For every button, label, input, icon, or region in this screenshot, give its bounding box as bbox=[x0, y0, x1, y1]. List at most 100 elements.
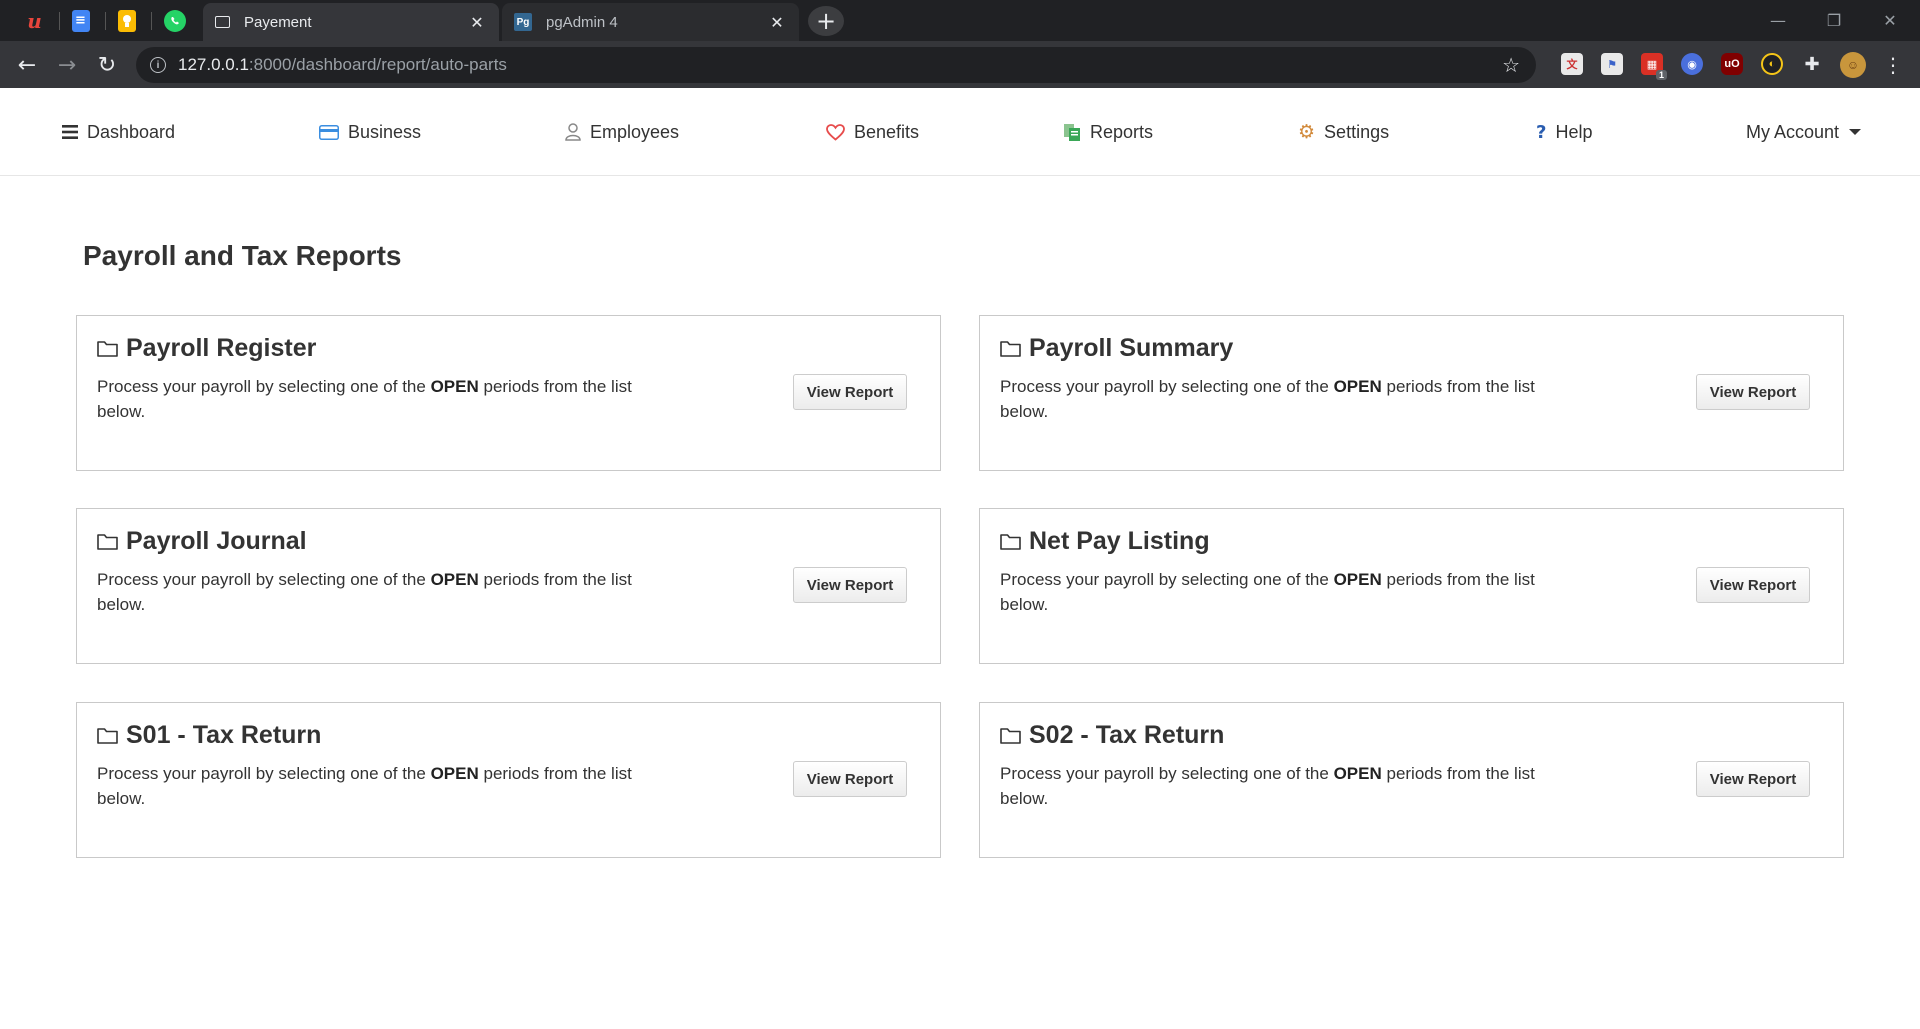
view-report-button[interactable]: View Report bbox=[1696, 567, 1810, 603]
report-title-text: S02 - Tax Return bbox=[1029, 721, 1225, 749]
address-bar[interactable]: i 127.0.0.1:8000/dashboard/report/auto-p… bbox=[136, 47, 1536, 83]
folder-icon bbox=[97, 533, 118, 550]
pinned-tab-app[interactable]: u bbox=[12, 0, 57, 41]
report-card: Payroll Register Process your payroll by… bbox=[76, 315, 941, 471]
google-keep-icon bbox=[117, 9, 136, 32]
folder-icon bbox=[97, 340, 118, 357]
pinned-tab-docs[interactable]: ≡ bbox=[58, 0, 103, 41]
report-card: S02 - Tax Return Process your payroll by… bbox=[979, 702, 1844, 858]
extension-calendar-icon[interactable]: ▦ 1 bbox=[1641, 53, 1667, 80]
main-navigation: Dashboard Business Employees Benefits Re… bbox=[0, 88, 1920, 176]
report-card-title: Net Pay Listing bbox=[1000, 527, 1210, 556]
pinned-tab-keep[interactable] bbox=[104, 0, 149, 41]
report-card-title: Payroll Summary bbox=[1000, 334, 1233, 363]
google-docs-icon: ≡ bbox=[71, 9, 90, 32]
report-card: Payroll Summary Process your payroll by … bbox=[979, 315, 1844, 471]
reload-button[interactable]: ↻ bbox=[91, 49, 123, 81]
report-title-text: Payroll Journal bbox=[126, 527, 307, 555]
report-description: Process your payroll by selecting one of… bbox=[97, 377, 632, 421]
whatsapp-icon bbox=[163, 9, 186, 32]
view-report-button[interactable]: View Report bbox=[1696, 374, 1810, 410]
report-title-text: Net Pay Listing bbox=[1029, 527, 1210, 555]
report-card: Net Pay Listing Process your payroll by … bbox=[979, 508, 1844, 664]
forward-button[interactable]: → bbox=[51, 49, 83, 81]
nav-settings[interactable]: ⚙ Settings bbox=[1298, 119, 1389, 145]
nav-business[interactable]: Business bbox=[319, 119, 421, 145]
report-card-title: Payroll Register bbox=[97, 334, 316, 363]
extension-globe-icon[interactable]: ◉ bbox=[1681, 53, 1703, 75]
nav-label: My Account bbox=[1746, 121, 1840, 142]
nav-employees[interactable]: Employees bbox=[565, 119, 679, 145]
report-card-title: S02 - Tax Return bbox=[1000, 721, 1224, 750]
tab-title: Payement bbox=[244, 13, 312, 31]
bookmark-star-icon[interactable]: ☆ bbox=[1502, 53, 1520, 77]
credit-card-icon bbox=[319, 124, 339, 140]
back-button[interactable]: ← bbox=[11, 49, 43, 81]
nav-label: Dashboard bbox=[87, 121, 176, 142]
pinned-tab-whatsapp[interactable] bbox=[152, 0, 197, 41]
report-title-text: Payroll Register bbox=[126, 334, 317, 362]
profile-avatar[interactable]: ☺ bbox=[1840, 52, 1866, 78]
extension-flag-icon[interactable]: ⚑ bbox=[1601, 53, 1623, 75]
minimize-button[interactable]: — bbox=[1753, 6, 1803, 34]
tab-payement[interactable]: Payement ✕ bbox=[203, 3, 499, 41]
browser-tab-strip: u ≡ Payement ✕ Pg pgAdmin 4 ✕ + — ❐ ✕ bbox=[0, 0, 1920, 41]
report-description: Process your payroll by selecting one of… bbox=[97, 570, 632, 614]
caret-down-icon bbox=[1849, 129, 1862, 135]
nav-label: Benefits bbox=[854, 121, 920, 142]
new-tab-button[interactable]: + bbox=[808, 6, 844, 36]
tab-title: pgAdmin 4 bbox=[546, 13, 618, 31]
nav-label: Business bbox=[348, 121, 422, 142]
report-description: Process your payroll by selecting one of… bbox=[1000, 764, 1535, 808]
nav-benefits[interactable]: Benefits bbox=[826, 119, 919, 145]
info-icon[interactable]: i bbox=[150, 57, 166, 73]
view-report-button[interactable]: View Report bbox=[793, 567, 907, 603]
red-u-icon: u bbox=[27, 8, 42, 33]
report-title-text: Payroll Summary bbox=[1029, 334, 1234, 362]
view-report-button[interactable]: View Report bbox=[793, 374, 907, 410]
report-description: Process your payroll by selecting one of… bbox=[1000, 570, 1535, 614]
nav-label: Help bbox=[1555, 121, 1593, 142]
page-title: Payroll and Tax Reports bbox=[83, 240, 402, 271]
close-tab-icon[interactable]: ✕ bbox=[467, 12, 487, 32]
user-icon bbox=[565, 123, 581, 141]
nav-help[interactable]: ? Help bbox=[1536, 119, 1592, 145]
nav-label: Employees bbox=[590, 121, 680, 142]
folder-icon bbox=[1000, 727, 1021, 744]
report-description: Process your payroll by selecting one of… bbox=[1000, 377, 1535, 421]
report-card-title: Payroll Journal bbox=[97, 527, 307, 556]
page-icon bbox=[215, 16, 230, 28]
nav-reports[interactable]: Reports bbox=[1063, 119, 1153, 145]
question-icon: ? bbox=[1536, 121, 1547, 143]
nav-my-account-dropdown[interactable]: My Account bbox=[1746, 119, 1862, 145]
close-window-button[interactable]: ✕ bbox=[1865, 6, 1915, 34]
extension-translate-icon[interactable]: 文 bbox=[1561, 53, 1583, 75]
report-description: Process your payroll by selecting one of… bbox=[97, 764, 632, 808]
folder-icon bbox=[1000, 340, 1021, 357]
report-card-title: S01 - Tax Return bbox=[97, 721, 321, 750]
view-report-button[interactable]: View Report bbox=[793, 761, 907, 797]
close-tab-icon[interactable]: ✕ bbox=[767, 12, 787, 32]
restore-button[interactable]: ❐ bbox=[1809, 6, 1859, 34]
nav-label: Settings bbox=[1324, 121, 1390, 142]
report-card: S01 - Tax Return Process your payroll by… bbox=[76, 702, 941, 858]
ublock-origin-icon[interactable]: uO bbox=[1721, 53, 1743, 75]
browser-menu-icon[interactable]: ⋮ bbox=[1883, 51, 1903, 79]
report-card: Payroll Journal Process your payroll by … bbox=[76, 508, 941, 664]
url-text: 127.0.0.1:8000/dashboard/report/auto-par… bbox=[178, 55, 507, 74]
gear-icon: ⚙ bbox=[1298, 121, 1316, 143]
extension-circle-icon[interactable]: ◐ bbox=[1761, 53, 1783, 75]
extensions-puzzle-icon[interactable]: ✚ bbox=[1801, 53, 1823, 75]
view-report-button[interactable]: View Report bbox=[1696, 761, 1810, 797]
folder-icon bbox=[97, 727, 118, 744]
browser-toolbar: ← → ↻ i 127.0.0.1:8000/dashboard/report/… bbox=[0, 41, 1920, 88]
heart-icon bbox=[826, 123, 845, 141]
report-title-text: S01 - Tax Return bbox=[126, 721, 322, 749]
pgadmin-icon: Pg bbox=[514, 13, 532, 31]
folder-icon bbox=[1000, 533, 1021, 550]
reports-icon bbox=[1063, 123, 1081, 142]
tab-pgadmin[interactable]: Pg pgAdmin 4 ✕ bbox=[502, 3, 799, 41]
nav-dashboard[interactable]: Dashboard bbox=[62, 119, 175, 145]
nav-label: Reports bbox=[1090, 121, 1154, 142]
hamburger-icon bbox=[62, 125, 78, 139]
